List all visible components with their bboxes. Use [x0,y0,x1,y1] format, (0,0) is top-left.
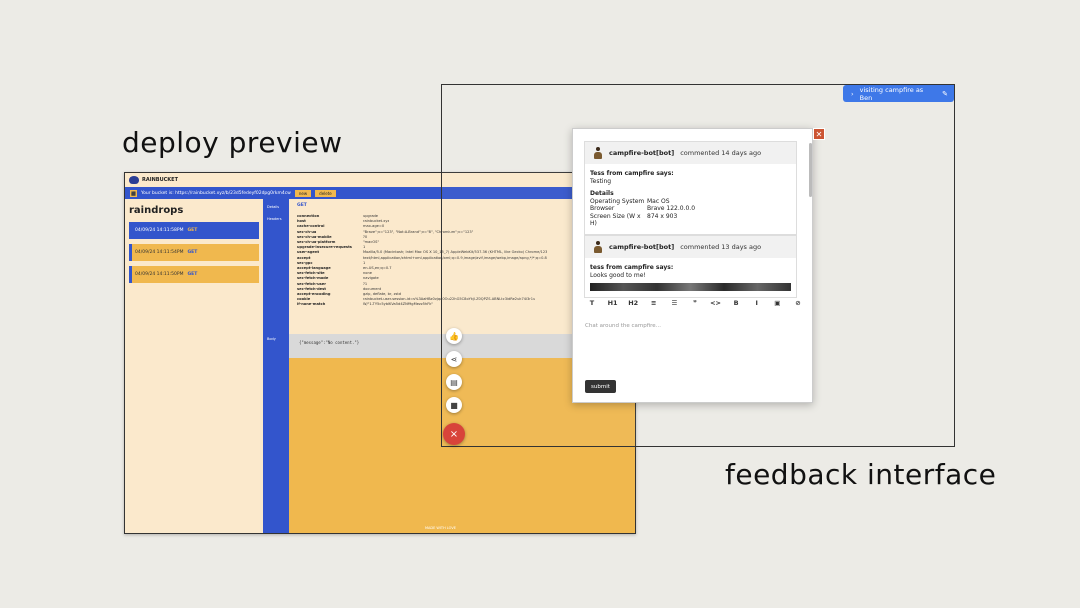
thumbs-up-icon: 👍 [449,331,459,341]
campfire-bot-avatar-icon [593,147,603,159]
headers-label: Headers [267,217,282,221]
comment-body: tess from campfire says: Looks good to m… [585,258,796,297]
details-title: Details [590,190,614,197]
close-panel-button[interactable]: ✕ [813,128,825,140]
comment-time: commented 13 days ago [680,243,762,251]
editor-toolbar: T H1 H2 ≡ ☰ ❞ <> B I ▣ ⊘ [585,299,805,307]
deploy-preview-caption: deploy preview [122,126,343,159]
request-item[interactable]: 04/09/24 14:11:50PM GET [129,266,259,283]
detail-row: Screen Size (W x H) 874 x 903 [590,213,791,228]
detail-key: Browser [590,205,615,212]
comment-body: Tess from campfire says: Testing Details… [585,164,796,234]
detail-row: Operating System Mac OS [590,198,791,206]
feedback-interface-caption: feedback interface [725,458,997,491]
video-camera-icon: ■ [450,400,458,410]
request-item[interactable]: 04/09/24 14:11:58PM GET [129,222,259,239]
detail-key: Operating System [590,197,645,205]
visiting-badge[interactable]: › visiting campfire as Ben ✎ [843,85,954,102]
comment-header: campfire-bot[bot] commented 14 days ago [585,142,796,164]
header-key: if-none-match [297,302,326,307]
chat-input[interactable]: Chat around the campfire... [585,323,661,329]
bucket-badge-icon: ⬛ [130,189,137,197]
sidebar-title: raindrops [129,205,184,216]
detail-value: Brave 122.0.0.0 [647,205,696,212]
comment-text: Testing [590,177,612,185]
comment-author: campfire-bot[bot] [609,149,675,157]
bucket-url: Your bucket is: https://rainbucket.xyz/b… [141,190,291,196]
detail-key: Screen Size (W x H) [590,212,641,228]
detail-value: 874 x 903 [647,212,678,220]
bold-icon[interactable]: B [729,299,743,307]
requests-sidebar: raindrops 04/09/24 14:11:58PM GET 04/09/24… [125,199,263,533]
close-feedback-button[interactable]: × [443,423,465,445]
campfire-bot-avatar-icon [593,241,603,253]
bullet-list-icon[interactable]: ≡ [647,299,661,307]
quote-icon[interactable]: ❞ [688,299,702,307]
request-time: 04/09/24 14:11:54PM [135,250,184,255]
numbered-list-icon[interactable]: ☰ [667,299,681,307]
footer-text: MADE WITH LOVE [425,526,456,530]
comment-author: campfire-bot[bot] [609,243,675,251]
comment-text: Looks good to me! [590,271,646,279]
thumbs-up-button[interactable]: 👍 [446,328,462,344]
header-value: "macOS" [363,240,380,245]
comment-card: campfire-bot[bot] commented 13 days ago … [584,235,797,298]
request-method: GET [187,250,198,255]
comment-says: Tess from campfire says: [590,170,674,177]
video-button[interactable]: ■ [446,397,462,413]
comment-time: commented 14 days ago [680,149,762,157]
details-label: Details [267,205,280,209]
share-button[interactable]: ⋖ [446,351,462,367]
chevron-right-icon: › [851,89,854,98]
request-item[interactable]: 04/09/24 14:11:54PM GET [129,244,259,261]
rainbucket-logo-icon [129,176,139,184]
close-icon: × [449,428,459,440]
new-bucket-button[interactable]: new [294,189,312,197]
code-icon[interactable]: <> [709,299,723,307]
image-icon[interactable]: ▣ [770,299,784,307]
heading2-icon[interactable]: H2 [626,299,640,307]
heading1-icon[interactable]: H1 [606,299,620,307]
delete-bucket-button[interactable]: delete [315,189,336,197]
chat-bubble-icon: ▤ [450,377,458,387]
request-time: 04/09/24 14:11:58PM [135,228,184,233]
attached-image [590,283,791,291]
comment-says: tess from campfire says: [590,264,674,271]
comment-header: campfire-bot[bot] commented 13 days ago [585,236,796,258]
comment-card: campfire-bot[bot] commented 14 days ago … [584,141,797,235]
detail-row: Browser Brave 122.0.0.0 [590,205,791,213]
comments-panel: campfire-bot[bot] commented 14 days ago … [572,128,813,403]
link-icon[interactable]: ⊘ [791,299,805,307]
pencil-icon[interactable]: ✎ [942,90,948,98]
body-label: Body [267,337,276,341]
text-icon[interactable]: T [585,299,599,307]
visiting-text: visiting campfire as Ben [859,85,924,102]
detail-value: Mac OS [647,197,670,205]
submit-button[interactable]: submit [585,380,616,393]
italic-icon[interactable]: I [750,299,764,307]
panel-scrollbar[interactable] [809,143,812,197]
request-method: GET [187,272,198,277]
request-time: 04/09/24 14:11:50PM [135,272,184,277]
section-labels: Details Headers Body [263,199,289,533]
close-icon: ✕ [815,129,823,139]
share-icon: ⋖ [450,354,458,364]
brand-name: RAINBUCKET [142,177,179,183]
comments-button[interactable]: ▤ [446,374,462,390]
header-value: W/"1-TY5c5yblKVa5d4ZNf9gMezz5hFk" [363,302,434,307]
request-method: GET [187,228,198,233]
